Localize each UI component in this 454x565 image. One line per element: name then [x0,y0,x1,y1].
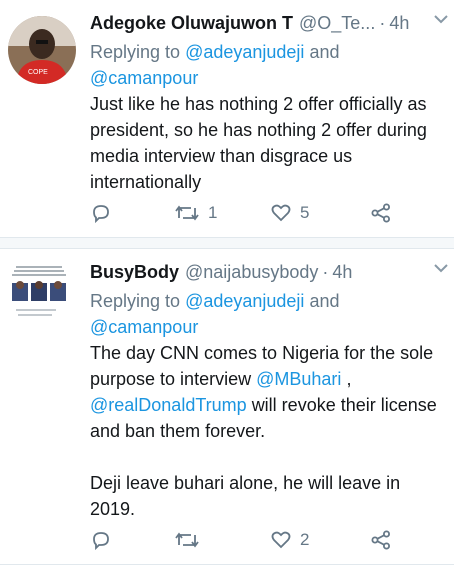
tweet-text: The day CNN comes to Nigeria for the sol… [90,340,444,522]
reply-button[interactable] [90,529,174,551]
like-count: 2 [300,530,310,549]
heart-icon [271,531,291,549]
tweet-card[interactable]: COPE Adegoke Oluwajuwon T @O_Te... · 4h … [0,0,454,238]
replying-label: Replying to [90,42,181,62]
tweet-card[interactable]: BusyBody @naijabusybody · 4h Replying to… [0,249,454,565]
retweet-button[interactable] [174,529,270,551]
mention-link[interactable]: @adeyanjudeji [185,291,304,311]
like-button[interactable]: 2 [270,529,370,551]
share-button[interactable] [370,202,392,224]
mention-link[interactable]: @camanpour [90,317,198,337]
share-button[interactable] [370,529,392,551]
retweet-icon [175,532,199,548]
timestamp[interactable]: 4h [389,10,409,36]
avatar[interactable]: COPE [8,16,76,84]
author-name[interactable]: BusyBody [90,259,179,285]
tweet-text: Just like he has nothing 2 offer officia… [90,94,432,192]
author-handle[interactable]: @naijabusybody [185,259,318,285]
replying-to: Replying to @adeyanjudeji and @camanpour [90,288,444,340]
mention-link[interactable]: @adeyanjudeji [185,42,304,62]
share-icon [371,203,390,223]
reply-icon [93,532,109,551]
avatar[interactable] [8,263,70,325]
replying-to: Replying to @adeyanjudeji and @camanpour [90,39,444,91]
heart-icon [271,204,291,222]
reply-button[interactable] [90,202,174,224]
replying-and: and [309,42,340,62]
author-name[interactable]: Adegoke Oluwajuwon T [90,10,293,36]
replying-label: Replying to [90,291,181,311]
like-count: 5 [300,203,310,222]
separator-dot: · [322,262,329,282]
tweet-text-part: , [346,369,352,389]
replying-and: and [309,291,340,311]
author-handle[interactable]: @O_Te... [299,10,375,36]
tweet-actions: 2 [90,525,430,555]
tweet-actions: 1 5 [90,198,430,228]
retweet-icon [175,205,199,221]
separator-dot: · [379,13,386,33]
like-button[interactable]: 5 [270,202,370,224]
reply-icon [93,205,109,224]
tweet-divider [0,238,454,249]
share-icon [371,530,390,550]
retweet-count: 1 [208,203,218,222]
retweet-button[interactable]: 1 [174,202,270,224]
timestamp[interactable]: 4h [332,259,352,285]
tweet-text-part: Deji leave buhari alone, he will leave i… [90,473,406,519]
svg-text:COPE: COPE [28,69,48,76]
mention-link[interactable]: @camanpour [90,68,198,88]
mention-link[interactable]: @MBuhari [256,369,341,389]
mention-link[interactable]: @realDonaldTrump [90,395,247,415]
